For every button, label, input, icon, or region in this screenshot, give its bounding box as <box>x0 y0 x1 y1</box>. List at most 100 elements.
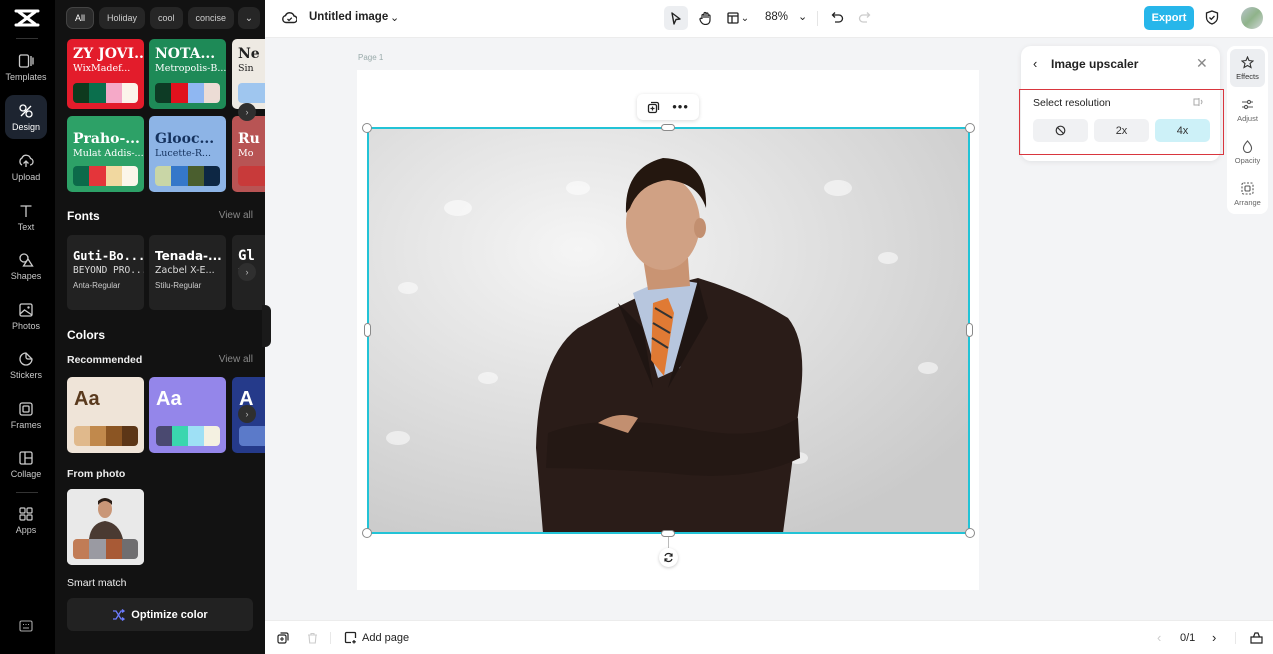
color-swatch <box>122 426 138 446</box>
font-card[interactable]: Guti-Bo... BEYOND PRO... Anta-Regular <box>67 235 144 310</box>
color-swatch <box>121 166 138 186</box>
chevron-down-icon: ⌄ <box>740 12 750 24</box>
tool-effects[interactable]: Effects <box>1230 49 1265 87</box>
document-title[interactable]: Untitled image <box>309 11 388 23</box>
color-swatch <box>74 426 90 446</box>
businessman-photo <box>368 128 969 533</box>
color-card[interactable]: Aa <box>149 377 226 453</box>
layout-menu-button[interactable]: ⌄ <box>723 6 753 30</box>
zoom-level[interactable]: 88% <box>765 11 788 23</box>
rail-item-photos[interactable]: Photos <box>5 294 47 338</box>
capcut-logo-icon[interactable] <box>12 8 42 28</box>
chip-cool[interactable]: cool <box>150 7 183 29</box>
floating-toolbar: ••• <box>637 94 699 120</box>
left-rail: Templates Design Upload Text Shapes Phot… <box>0 0 55 654</box>
pages-panel-icon[interactable] <box>1250 631 1263 644</box>
keyboard-shortcuts-icon[interactable] <box>19 620 33 632</box>
next-page-icon[interactable]: › <box>1212 630 1216 645</box>
top-bar: Untitled image ⌄ ⌄ 88% ⌄ Export <box>265 0 1273 38</box>
redo-icon[interactable] <box>858 11 871 24</box>
shield-check-icon[interactable] <box>1205 10 1219 25</box>
resize-handle-bottom-right[interactable] <box>965 528 975 538</box>
resize-handle-left[interactable] <box>364 323 371 337</box>
rail-divider <box>16 38 38 39</box>
rail-label: Apps <box>15 524 37 535</box>
rail-item-upload[interactable]: Upload <box>5 145 47 189</box>
style-card[interactable]: Ne Sin <box>232 39 265 109</box>
resize-handle-bottom[interactable] <box>661 530 675 537</box>
palette-swatches <box>238 166 265 186</box>
resize-handle-top-left[interactable] <box>362 123 372 133</box>
styles-scroll-right-button[interactable]: › <box>238 103 256 121</box>
rotate-handle[interactable] <box>659 548 678 567</box>
select-tool-button[interactable] <box>664 6 688 30</box>
resize-handle-top[interactable] <box>661 124 675 131</box>
color-swatch <box>73 83 90 103</box>
rail-label: Stickers <box>9 369 42 380</box>
rail-label: Design <box>11 121 40 132</box>
colors-scroll-right-button[interactable]: › <box>238 405 256 423</box>
resize-handle-bottom-left[interactable] <box>362 528 372 538</box>
resize-handle-top-right[interactable] <box>965 123 975 133</box>
chevron-down-icon: ⌄ <box>244 12 254 24</box>
resolution-option-none[interactable] <box>1033 119 1088 142</box>
compare-icon[interactable] <box>1193 97 1204 107</box>
rail-item-apps[interactable]: Apps <box>5 498 47 542</box>
fonts-view-all-link[interactable]: View all <box>219 210 253 221</box>
hand-tool-button[interactable] <box>693 6 717 30</box>
style-card[interactable]: Glooc... Lucette-R... <box>149 116 226 192</box>
tool-arrange[interactable]: Arrange <box>1230 175 1265 213</box>
chip-holiday[interactable]: Holiday <box>99 7 146 29</box>
style-card[interactable]: NOTA... Metropolis-B... <box>149 39 226 109</box>
tool-opacity[interactable]: Opacity <box>1230 133 1265 171</box>
style-card[interactable]: Ru Mo <box>232 116 265 192</box>
chip-all[interactable]: All <box>66 7 95 29</box>
previous-page-icon[interactable]: ‹ <box>1157 630 1161 645</box>
color-swatch <box>156 426 172 446</box>
add-page-button[interactable]: Add page <box>344 631 409 644</box>
rail-item-templates[interactable]: Templates <box>5 45 47 89</box>
apps-icon <box>19 506 33 521</box>
from-photo-card[interactable] <box>67 489 144 565</box>
font-card-body: Stilu-Regular <box>155 281 202 290</box>
fonts-scroll-right-button[interactable]: › <box>238 263 256 281</box>
collapse-panel-handle[interactable] <box>262 305 271 347</box>
undo-icon[interactable] <box>831 11 844 24</box>
rail-item-shapes[interactable]: Shapes <box>5 244 47 288</box>
close-icon[interactable]: ✕ <box>1196 55 1208 72</box>
rail-item-design[interactable]: Design <box>5 95 47 139</box>
rail-item-frames[interactable]: Frames <box>5 393 47 437</box>
tool-adjust[interactable]: Adjust <box>1230 91 1265 129</box>
canvas-image[interactable] <box>368 128 969 533</box>
delete-page-icon[interactable] <box>307 632 318 644</box>
colors-view-all-link[interactable]: View all <box>219 354 253 365</box>
chip-concise[interactable]: concise <box>187 7 235 29</box>
rail-item-text[interactable]: Text <box>5 195 47 239</box>
export-button[interactable]: Export <box>1144 6 1194 30</box>
more-options-icon[interactable]: ••• <box>672 100 689 113</box>
rail-item-stickers[interactable]: Stickers <box>5 343 47 387</box>
style-card[interactable]: ZY JOVI... WixMadef... <box>67 39 144 109</box>
optimize-color-button[interactable]: Optimize color <box>67 598 253 631</box>
cloud-saved-icon[interactable] <box>282 11 297 24</box>
title-dropdown-chevron-icon[interactable]: ⌄ <box>390 11 399 24</box>
resolution-option-4x[interactable]: 4x <box>1155 119 1210 142</box>
font-card[interactable]: Tenada-... Zacbel X-E... Stilu-Regular <box>149 235 226 310</box>
font-card-title: Guti-Bo... <box>73 249 144 263</box>
color-card[interactable]: Aa <box>67 377 144 453</box>
style-card-subtitle: WixMadef... <box>73 63 131 74</box>
resolution-option-2x[interactable]: 2x <box>1094 119 1149 142</box>
user-avatar[interactable] <box>1241 7 1263 29</box>
back-arrow-icon[interactable]: ‹ <box>1033 56 1037 71</box>
style-card[interactable]: Praho-... Mulat Addis-... <box>67 116 144 192</box>
zoom-dropdown-chevron-icon[interactable]: ⌄ <box>798 10 807 23</box>
tool-label: Adjust <box>1237 113 1258 123</box>
color-swatch <box>121 83 138 103</box>
resize-handle-right[interactable] <box>966 323 973 337</box>
chips-expand-button[interactable]: ⌄ <box>238 7 260 29</box>
rail-item-collage[interactable]: Collage <box>5 442 47 486</box>
duplicate-page-icon[interactable] <box>277 632 289 644</box>
tool-label: Effects <box>1236 71 1259 81</box>
duplicate-icon[interactable] <box>647 101 660 114</box>
rotate-connector <box>668 537 669 548</box>
